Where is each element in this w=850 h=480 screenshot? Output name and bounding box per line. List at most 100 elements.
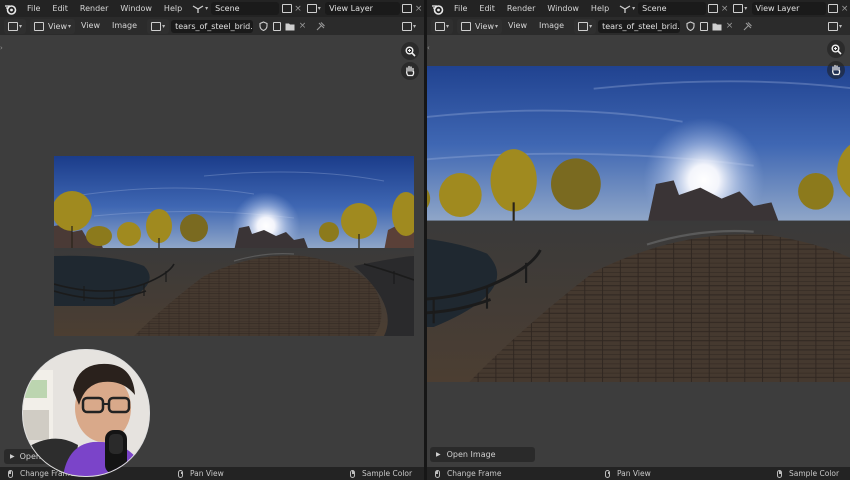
- close-icon[interactable]: ×: [293, 4, 304, 14]
- mouse-right-icon: [777, 469, 782, 478]
- pin-icon[interactable]: [313, 20, 327, 33]
- status-sample-color: Sample Color: [777, 469, 839, 478]
- image-name-label: tears_of_steel_brid...: [175, 21, 254, 31]
- view-mode-dropdown[interactable]: View ▾: [30, 18, 76, 34]
- blender-logo-icon[interactable]: [431, 2, 444, 16]
- close-icon[interactable]: ×: [723, 21, 736, 31]
- open-image-button[interactable]: ▶ Open Image: [430, 447, 535, 462]
- image-editor-header: ▾ View ▾ View Image ▾ tears_of_steel_brid…: [427, 17, 850, 35]
- view-layer-icon[interactable]: ▾: [305, 2, 322, 15]
- menu-edit[interactable]: Edit: [473, 0, 501, 17]
- scene-label: Scene: [642, 4, 667, 13]
- left-blender-window: File Edit Render Window Help ▾ Scene × ▾…: [0, 0, 424, 480]
- open-image-label: Open Image: [446, 450, 496, 459]
- duplicate-icon[interactable]: [281, 2, 293, 15]
- duplicate-icon[interactable]: [708, 2, 720, 15]
- editor-type-dropdown[interactable]: ▾: [4, 18, 27, 34]
- blender-logo-icon[interactable]: [4, 2, 17, 16]
- menu-render[interactable]: Render: [501, 0, 541, 17]
- view-menu-label: View: [475, 21, 494, 31]
- image-editor-icon: [8, 21, 18, 31]
- image-button[interactable]: Image: [106, 17, 143, 35]
- menu-window[interactable]: Window: [541, 0, 585, 17]
- hand-icon[interactable]: [827, 61, 845, 79]
- menu-file[interactable]: File: [448, 0, 473, 17]
- view-layer-selector[interactable]: View Layer: [751, 2, 826, 15]
- close-icon[interactable]: ×: [839, 4, 850, 14]
- image-name-field[interactable]: tears_of_steel_brid...: [171, 19, 254, 33]
- status-change-frame-label: Change Frame: [447, 469, 502, 478]
- view-button[interactable]: View: [75, 17, 106, 35]
- top-bar: File Edit Render Window Help ▾ Scene × ▾…: [427, 0, 850, 17]
- image-browse-dropdown[interactable]: ▾: [574, 18, 597, 34]
- view-layer-label: View Layer: [329, 4, 373, 13]
- shield-icon[interactable]: [683, 20, 697, 33]
- menu-render[interactable]: Render: [74, 0, 114, 17]
- duplicate-icon[interactable]: [270, 20, 283, 33]
- shield-icon[interactable]: [256, 20, 270, 33]
- gizmo-dropdown[interactable]: ▾: [824, 19, 846, 34]
- view-layer-selector[interactable]: View Layer: [325, 2, 400, 15]
- status-pan-view-label: Pan View: [190, 469, 224, 478]
- view-menu-label: View: [48, 21, 67, 31]
- close-icon[interactable]: ×: [413, 4, 424, 14]
- view-layer-icon[interactable]: ▾: [732, 2, 749, 15]
- hand-icon[interactable]: [401, 62, 419, 80]
- menu-help[interactable]: Help: [158, 0, 188, 17]
- image-icon: [578, 21, 589, 31]
- duplicate-icon[interactable]: [402, 2, 414, 15]
- webcam-overlay: [22, 349, 150, 477]
- image-editor-icon: [435, 21, 445, 31]
- image-editor-header: ▾ View ▾ View Image ▾ tears_of_steel_brid…: [0, 17, 424, 35]
- mouse-right-icon: [350, 469, 355, 478]
- zoom-icon[interactable]: [401, 42, 419, 60]
- view-icon: [461, 21, 472, 31]
- editor-type-dropdown[interactable]: ▾: [431, 18, 454, 34]
- view-mode-dropdown[interactable]: View ▾: [457, 18, 503, 34]
- scene-label: Scene: [215, 4, 240, 13]
- collapse-arrow-icon[interactable]: ›: [0, 44, 3, 52]
- mouse-middle-icon: [605, 469, 610, 478]
- right-blender-window: File Edit Render Window Help ▾ Scene × ▾…: [427, 0, 850, 480]
- image-button[interactable]: Image: [533, 17, 570, 35]
- close-icon[interactable]: ×: [719, 4, 730, 14]
- status-pan-view-label: Pan View: [617, 469, 651, 478]
- view-layer-label: View Layer: [755, 4, 800, 13]
- status-pan-view: Pan View: [605, 469, 651, 478]
- status-change-frame: Change Frame: [435, 469, 501, 478]
- mouse-middle-icon: [178, 469, 183, 478]
- menu-edit[interactable]: Edit: [46, 0, 74, 17]
- status-sample-color: Sample Color: [350, 469, 412, 478]
- menu-window[interactable]: Window: [114, 0, 158, 17]
- scene-selector[interactable]: Scene: [638, 2, 706, 15]
- gizmo-dropdown[interactable]: ▾: [398, 19, 420, 34]
- status-bar: Change Frame Pan View Sample Color: [427, 467, 850, 480]
- scene-selector[interactable]: Scene: [211, 2, 280, 15]
- scene-icon[interactable]: ▾: [192, 2, 208, 15]
- collapse-arrow-icon[interactable]: ‹: [427, 44, 430, 52]
- duplicate-icon[interactable]: [697, 20, 710, 33]
- panorama-image-zoomed: [427, 66, 850, 382]
- close-icon[interactable]: ×: [296, 21, 309, 31]
- menu-help[interactable]: Help: [585, 0, 615, 17]
- folder-icon[interactable]: [283, 20, 296, 33]
- image-browse-dropdown[interactable]: ▾: [147, 18, 170, 34]
- image-icon: [151, 21, 162, 31]
- folder-icon[interactable]: [710, 20, 723, 33]
- pin-icon[interactable]: [740, 20, 754, 33]
- status-sample-color-label: Sample Color: [362, 469, 413, 478]
- status-sample-color-label: Sample Color: [789, 469, 840, 478]
- menu-file[interactable]: File: [21, 0, 46, 17]
- scene-icon[interactable]: ▾: [619, 2, 635, 15]
- image-name-field[interactable]: tears_of_steel_brid...: [598, 19, 681, 33]
- top-bar: File Edit Render Window Help ▾ Scene × ▾…: [0, 0, 424, 17]
- view-icon: [34, 21, 45, 31]
- view-button[interactable]: View: [502, 17, 533, 35]
- duplicate-icon[interactable]: [828, 2, 840, 15]
- panorama-image: [54, 156, 414, 336]
- image-name-label: tears_of_steel_brid...: [602, 21, 681, 31]
- status-pan-view: Pan View: [178, 469, 224, 478]
- mouse-left-icon: [435, 469, 440, 478]
- zoom-icon[interactable]: [827, 40, 845, 58]
- mouse-left-icon: [8, 469, 13, 478]
